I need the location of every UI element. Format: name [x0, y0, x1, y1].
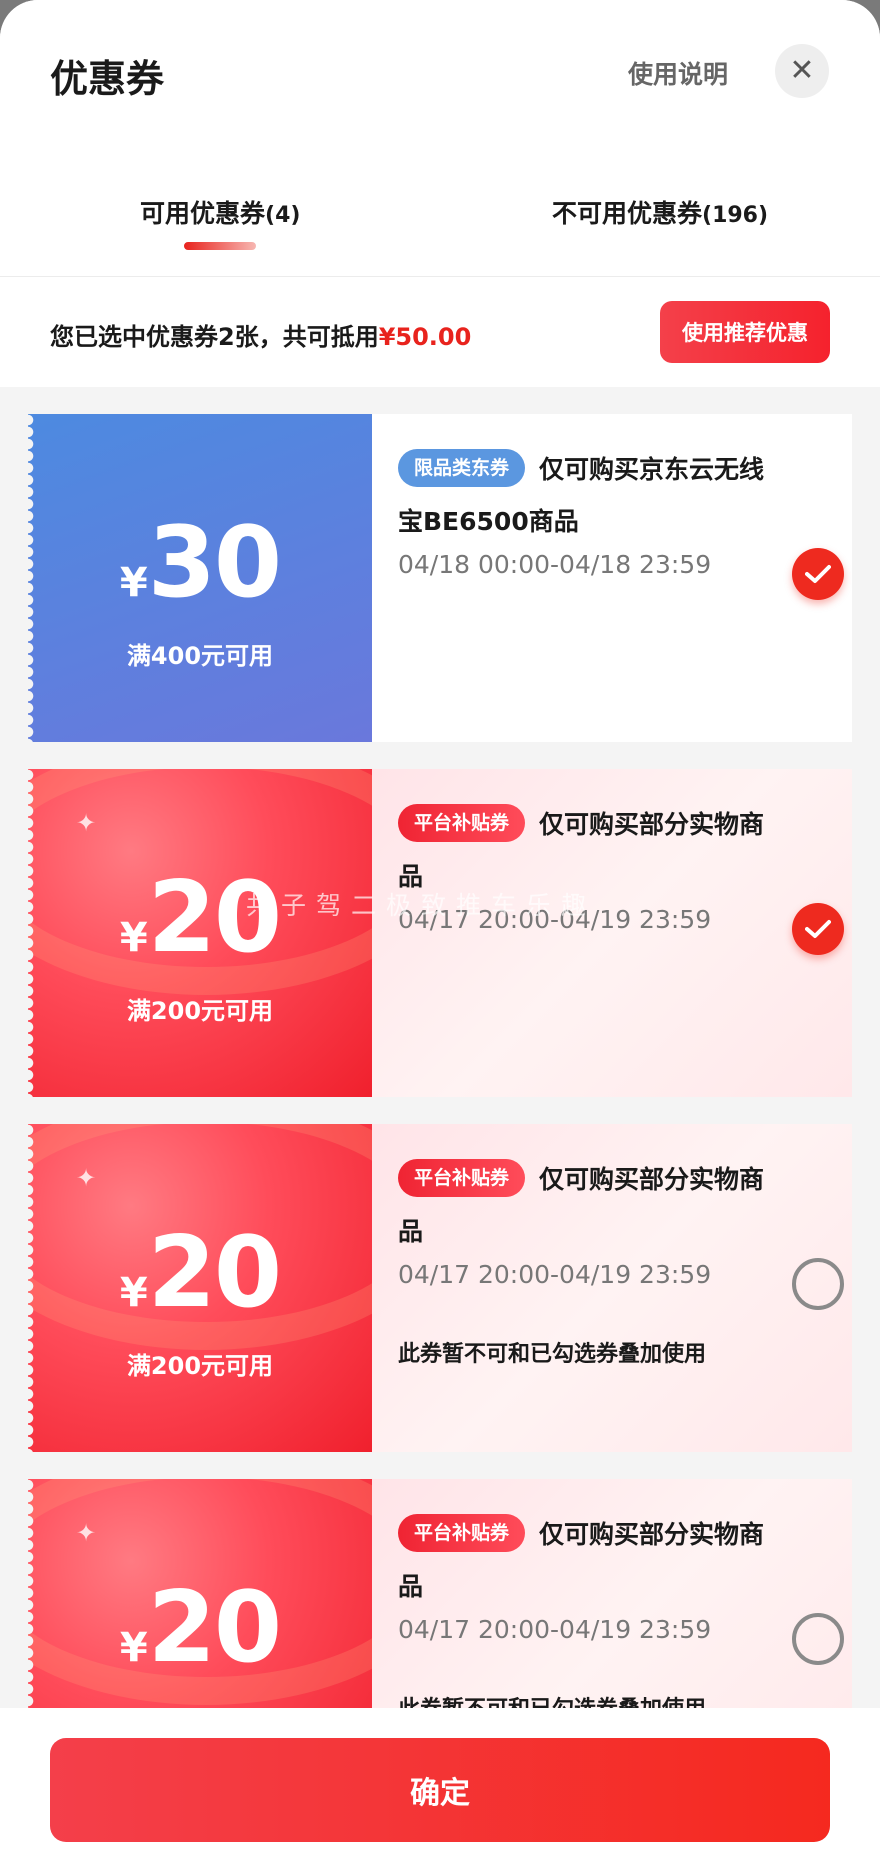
use-recommended-button[interactable]: 使用推荐优惠: [660, 301, 830, 363]
coupon-tag: 平台补贴券: [398, 1514, 526, 1552]
coupon-card[interactable]: ¥30 满400元可用 限品类东券 仅可购买京东云无线宝BE6500商品 04/1…: [28, 414, 852, 742]
summary-amount: ¥50.00: [378, 323, 472, 351]
coupon-amount: 20: [147, 1571, 282, 1685]
footer-bar: 确定: [0, 1708, 880, 1873]
tab-available-count: (4): [265, 203, 301, 228]
coupon-tag: 限品类东券: [398, 449, 526, 487]
coupon-threshold: 满400元可用: [126, 642, 274, 670]
close-icon: ✕: [789, 53, 815, 88]
coupon-value: ¥30: [28, 506, 372, 620]
usage-instructions-link[interactable]: 使用说明: [628, 55, 728, 91]
coupon-checkbox[interactable]: [792, 1613, 844, 1665]
coupon-detail-panel: 平台补贴券 仅可购买部分实物商品 04/17 20:00-04/19 23:59 …: [372, 1124, 852, 1452]
coupon-sheet: 优惠券 使用说明 ✕ 可用优惠券(4) 不可用优惠券(196) 您已选中优惠券2…: [0, 0, 880, 1873]
coupon-tag: 平台补贴券: [398, 804, 526, 842]
coupon-amount: 20: [147, 1216, 282, 1330]
summary-label: 您已选中优惠券2张，共可抵用: [50, 323, 379, 351]
coupon-validity: 04/17 20:00-04/19 23:59: [398, 1260, 712, 1289]
page-title: 优惠券: [50, 57, 165, 101]
coupon-amount: 30: [147, 506, 282, 620]
coupon-card[interactable]: ¥20 满200元可用 平台补贴券仅可购买部分实物商品 04/17 20:00-…: [28, 769, 852, 1097]
currency-symbol: ¥: [119, 915, 148, 961]
selection-summary: 您已选中优惠券2张，共可抵用¥50.00 使用推荐优惠: [0, 277, 880, 387]
coupon-threshold: 满200元可用: [126, 997, 274, 1025]
tab-available-label: 可用优惠券: [140, 199, 266, 228]
currency-symbol: ¥: [119, 560, 148, 606]
check-icon: [805, 920, 831, 938]
coupon-stack-note: 此券暂不可和已勾选券叠加使用: [398, 1342, 707, 1367]
active-tab-indicator: [184, 242, 256, 250]
coupon-validity: 04/17 20:00-04/19 23:59: [398, 1615, 712, 1644]
coupon-description: 平台补贴券 仅可购买部分实物商品: [398, 1509, 778, 1613]
coupon-validity: 04/18 00:00-04/18 23:59: [398, 550, 712, 579]
coupon-list: ¥30 满400元可用 限品类东券 仅可购买京东云无线宝BE6500商品 04/1…: [28, 414, 852, 1834]
coupon-detail-panel: 限品类东券 仅可购买京东云无线宝BE6500商品 04/18 00:00-04/1…: [372, 414, 852, 742]
coupon-value: ¥20: [28, 1216, 372, 1330]
header: 优惠券 使用说明 ✕ 可用优惠券(4) 不可用优惠券(196): [0, 0, 880, 277]
currency-symbol: ¥: [119, 1625, 148, 1671]
coupon-value-panel: ¥20 满200元可用: [28, 769, 372, 1097]
coupon-checkbox[interactable]: [792, 548, 844, 600]
check-icon: [805, 565, 831, 583]
tab-unavailable[interactable]: 不可用优惠券(196): [552, 194, 768, 230]
coupon-description: 限品类东券 仅可购买京东云无线宝BE6500商品: [398, 444, 778, 548]
coupon-checkbox[interactable]: [792, 1258, 844, 1310]
watermark-text: 共子驾二极致推车乐趣: [246, 891, 597, 920]
tab-unavailable-label: 不可用优惠券: [552, 199, 703, 228]
coupon-value: ¥20: [28, 1571, 372, 1685]
coupon-detail-panel: 平台补贴券 仅可购买部分实物商品 04/17 20:00-04/19 23:59: [372, 769, 852, 1097]
coupon-checkbox[interactable]: [792, 903, 844, 955]
coupon-value-panel: ¥30 满400元可用: [28, 414, 372, 742]
coupon-card[interactable]: ¥20 满200元可用 平台补贴券仅可购买部分实物商品 04/17 20:00-…: [28, 1124, 852, 1452]
coupon-value-panel: ¥20 满200元可用: [28, 1124, 372, 1452]
tab-available[interactable]: 可用优惠券(4): [140, 194, 300, 230]
close-button[interactable]: ✕: [775, 44, 829, 98]
summary-text: 您已选中优惠券2张，共可抵用¥50.00: [50, 317, 471, 352]
confirm-button[interactable]: 确定: [50, 1738, 830, 1842]
coupon-threshold: 满200元可用: [126, 1352, 274, 1380]
coupon-tag: 平台补贴券: [398, 1159, 526, 1197]
coupon-description: 平台补贴券 仅可购买部分实物商品: [398, 1154, 778, 1258]
currency-symbol: ¥: [119, 1270, 148, 1316]
tab-unavailable-count: (196): [702, 203, 769, 228]
